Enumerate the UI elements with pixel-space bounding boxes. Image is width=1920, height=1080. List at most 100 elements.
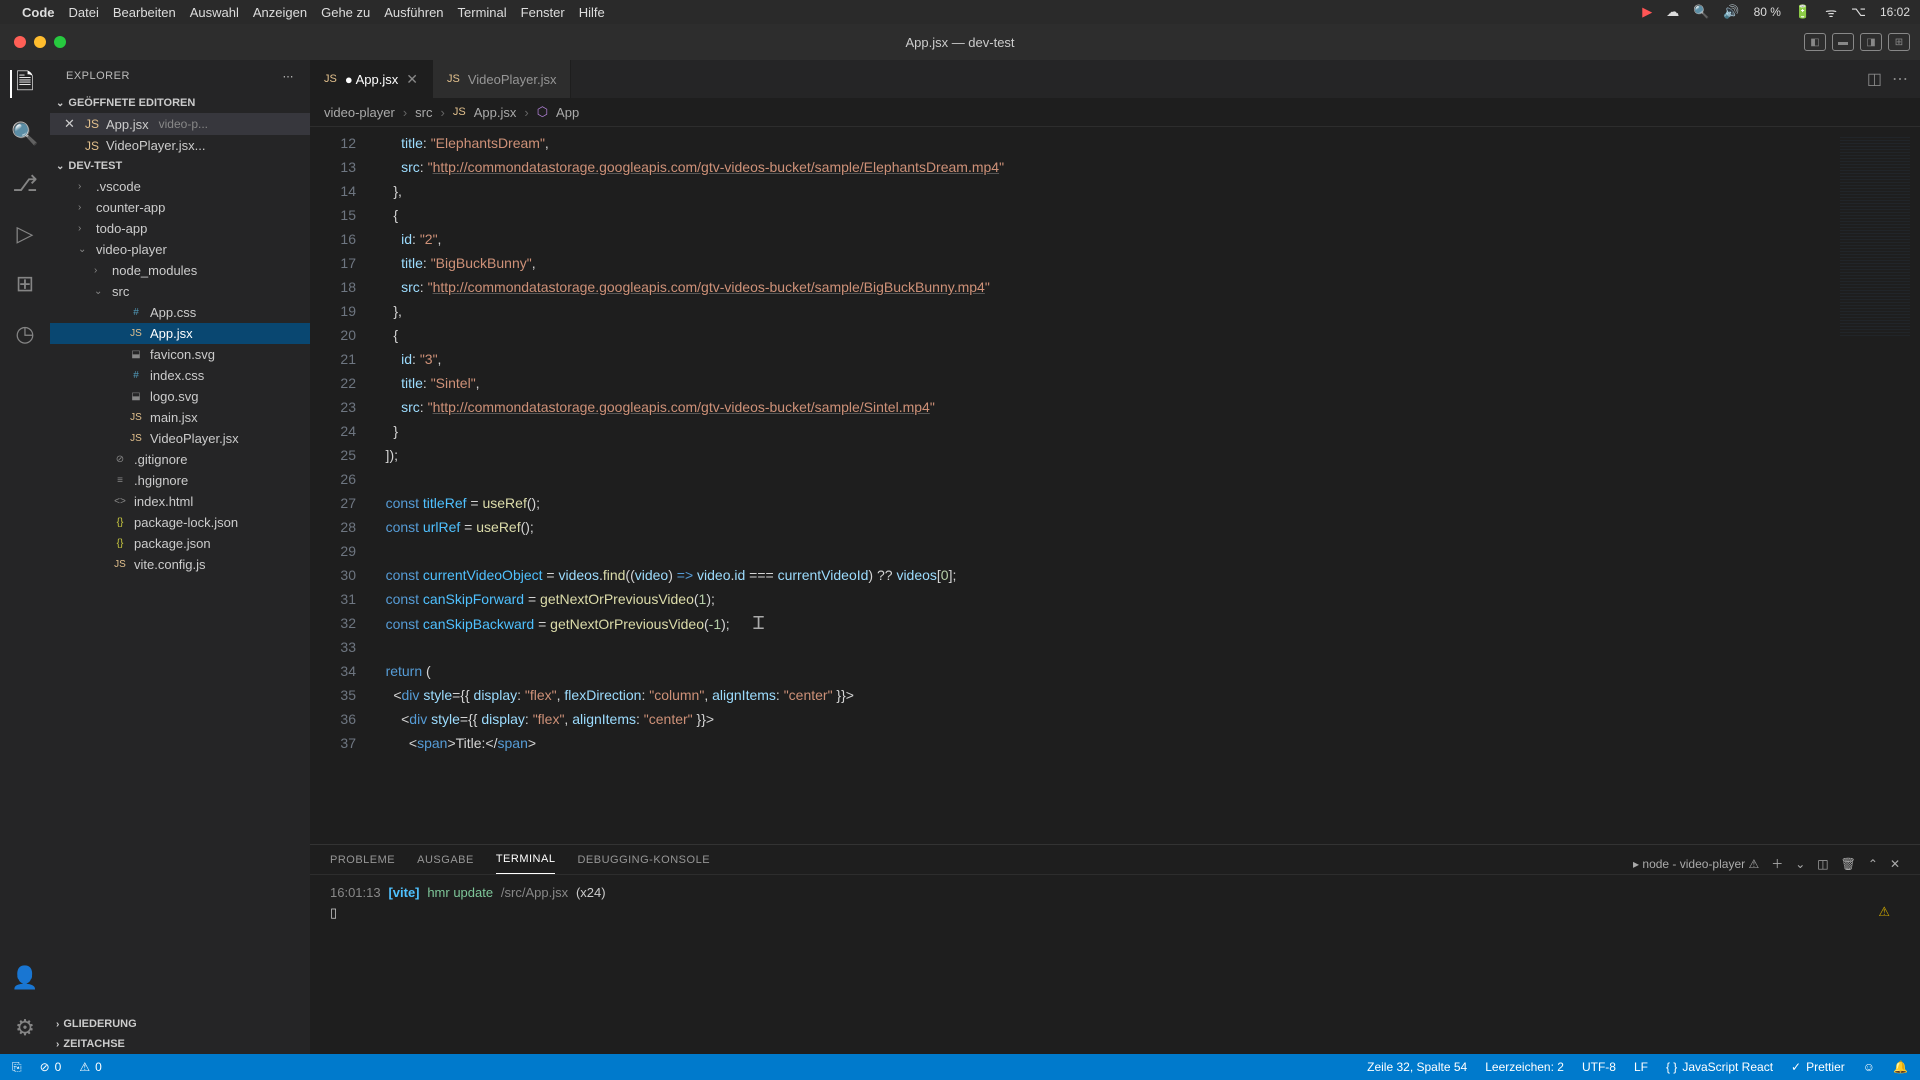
- explorer-more-icon[interactable]: ⋯: [283, 70, 295, 83]
- more-actions-icon[interactable]: ⋯: [1892, 69, 1908, 89]
- menu-edit[interactable]: Bearbeiten: [113, 5, 176, 20]
- volume-icon[interactable]: 🔊: [1723, 4, 1739, 20]
- status-eol[interactable]: LF: [1634, 1060, 1648, 1074]
- status-indentation[interactable]: Leerzeichen: 2: [1485, 1060, 1564, 1074]
- status-errors[interactable]: ⊘ 0: [40, 1060, 62, 1074]
- activity-extensions[interactable]: ⊞: [11, 270, 39, 298]
- maximize-panel-icon[interactable]: ⌃: [1868, 857, 1878, 871]
- status-feedback-icon[interactable]: ☺: [1863, 1060, 1875, 1074]
- battery-icon[interactable]: 🔋: [1795, 4, 1811, 20]
- menu-terminal[interactable]: Terminal: [458, 5, 507, 20]
- activity-remote[interactable]: ◷: [11, 320, 39, 348]
- file-item[interactable]: {}package-lock.json: [50, 512, 310, 533]
- breadcrumb-item[interactable]: src: [415, 105, 432, 120]
- activity-explorer[interactable]: 🗎: [10, 70, 38, 98]
- timeline-label: ZEITACHSE: [63, 1038, 125, 1050]
- file-item[interactable]: #App.css: [50, 302, 310, 323]
- close-panel-icon[interactable]: ✕: [1890, 857, 1900, 871]
- file-item[interactable]: ⬓logo.svg: [50, 386, 310, 407]
- line-gutter[interactable]: 1213141516171819202122232425262728293031…: [310, 127, 370, 844]
- folder-item[interactable]: ⌄video-player: [50, 239, 310, 260]
- window-close[interactable]: [14, 36, 26, 48]
- layout-sidebar-right-icon[interactable]: ◨: [1860, 33, 1882, 51]
- wifi-icon[interactable]: ᯤ: [1825, 3, 1837, 21]
- folder-item[interactable]: ›node_modules: [50, 260, 310, 281]
- panel-tab-output[interactable]: AUSGABE: [417, 854, 474, 874]
- file-item[interactable]: ⊘.gitignore: [50, 449, 310, 470]
- section-open-editors[interactable]: ⌄ GEÖFFNETE EDITOREN: [50, 93, 310, 113]
- breadcrumb-item[interactable]: video-player: [324, 105, 395, 120]
- panel-tab-terminal[interactable]: TERMINAL: [496, 853, 556, 874]
- menu-selection[interactable]: Auswahl: [190, 5, 239, 20]
- menu-file[interactable]: Datei: [69, 5, 99, 20]
- control-center-icon[interactable]: ⌥: [1851, 4, 1866, 20]
- window-minimize[interactable]: [34, 36, 46, 48]
- breadcrumb-item[interactable]: App.jsx: [474, 105, 517, 120]
- layout-customize-icon[interactable]: ⊞: [1888, 33, 1910, 51]
- chevron-down-icon: ⌄: [56, 161, 64, 172]
- folder-item[interactable]: ⌄src: [50, 281, 310, 302]
- open-editor-item[interactable]: ✕ JS App.jsx video-p...: [50, 113, 310, 135]
- terminal-dropdown-icon[interactable]: ⌄: [1795, 857, 1805, 871]
- activity-settings[interactable]: ⚙: [11, 1014, 39, 1042]
- new-terminal-icon[interactable]: ＋: [1771, 855, 1783, 872]
- file-item[interactable]: <>index.html: [50, 491, 310, 512]
- close-icon[interactable]: ✕: [64, 116, 78, 132]
- file-item[interactable]: JSApp.jsx: [50, 323, 310, 344]
- recording-icon[interactable]: ▶: [1642, 4, 1652, 20]
- terminal-shell-label[interactable]: ▸ node - video-player ⚠: [1633, 857, 1759, 871]
- menu-go[interactable]: Gehe zu: [321, 5, 370, 20]
- status-warnings[interactable]: ⚠ 0: [79, 1060, 101, 1074]
- layout-sidebar-left-icon[interactable]: ◧: [1804, 33, 1826, 51]
- section-timeline[interactable]: › ZEITACHSE: [50, 1034, 310, 1054]
- breadcrumb[interactable]: video-player› src› JS App.jsx› ⬡ App: [310, 98, 1920, 127]
- docker-icon[interactable]: ☁: [1666, 4, 1679, 20]
- open-editor-item[interactable]: JS VideoPlayer.jsx...: [50, 135, 310, 156]
- file-item[interactable]: JSvite.config.js: [50, 554, 310, 575]
- minimap[interactable]: [1830, 127, 1920, 844]
- breadcrumb-item[interactable]: App: [556, 105, 579, 120]
- section-outline[interactable]: › GLIEDERUNG: [50, 1014, 310, 1034]
- section-workspace[interactable]: ⌄ DEV-TEST: [50, 156, 310, 176]
- layout-panel-icon[interactable]: ▬: [1832, 33, 1854, 51]
- file-item[interactable]: JSVideoPlayer.jsx: [50, 428, 310, 449]
- clock[interactable]: 16:02: [1880, 5, 1910, 19]
- kill-terminal-icon[interactable]: 🗑: [1841, 857, 1856, 871]
- file-item[interactable]: ≡.hgignore: [50, 470, 310, 491]
- window-maximize[interactable]: [54, 36, 66, 48]
- menubar-app[interactable]: Code: [22, 5, 55, 20]
- status-cursor-position[interactable]: Zeile 32, Spalte 54: [1367, 1060, 1467, 1074]
- status-prettier[interactable]: ✓ Prettier: [1791, 1060, 1845, 1074]
- activity-run-debug[interactable]: ▷: [11, 220, 39, 248]
- folder-item[interactable]: ›.vscode: [50, 176, 310, 197]
- status-remote[interactable]: ⎘: [12, 1060, 22, 1075]
- terminal-output[interactable]: 16:01:13 [vite] hmr update /src/App.jsx …: [310, 875, 1920, 1054]
- log-count: (x24): [576, 885, 606, 900]
- activity-accounts[interactable]: 👤: [11, 964, 39, 992]
- split-terminal-icon[interactable]: ◫: [1817, 857, 1828, 871]
- panel-tab-debug-console[interactable]: DEBUGGING-KONSOLE: [577, 854, 710, 874]
- menu-window[interactable]: Fenster: [521, 5, 565, 20]
- spotlight-icon[interactable]: 🔍: [1693, 4, 1709, 20]
- panel-tab-problems[interactable]: PROBLEME: [330, 854, 395, 874]
- activity-search[interactable]: 🔍: [11, 120, 39, 148]
- file-item[interactable]: JSmain.jsx: [50, 407, 310, 428]
- folder-item[interactable]: ›todo-app: [50, 218, 310, 239]
- tab-app-jsx[interactable]: JS ● App.jsx ✕: [310, 60, 433, 98]
- menu-help[interactable]: Hilfe: [579, 5, 605, 20]
- file-item[interactable]: #index.css: [50, 365, 310, 386]
- close-icon[interactable]: ✕: [406, 71, 418, 88]
- status-encoding[interactable]: UTF-8: [1582, 1060, 1616, 1074]
- status-language[interactable]: { } JavaScript React: [1666, 1060, 1773, 1074]
- code-editor[interactable]: title: "ElephantsDream", src: "http://co…: [370, 127, 1830, 844]
- tab-videoplayer-jsx[interactable]: JS VideoPlayer.jsx: [433, 60, 572, 98]
- menu-run[interactable]: Ausführen: [384, 5, 443, 20]
- status-notifications-icon[interactable]: 🔔: [1893, 1060, 1908, 1074]
- chevron-right-icon: ›: [56, 1019, 59, 1030]
- activity-source-control[interactable]: ⎇: [11, 170, 39, 198]
- file-item[interactable]: {}package.json: [50, 533, 310, 554]
- folder-item[interactable]: ›counter-app: [50, 197, 310, 218]
- file-item[interactable]: ⬓favicon.svg: [50, 344, 310, 365]
- split-editor-icon[interactable]: ◫: [1867, 69, 1882, 89]
- menu-view[interactable]: Anzeigen: [253, 5, 307, 20]
